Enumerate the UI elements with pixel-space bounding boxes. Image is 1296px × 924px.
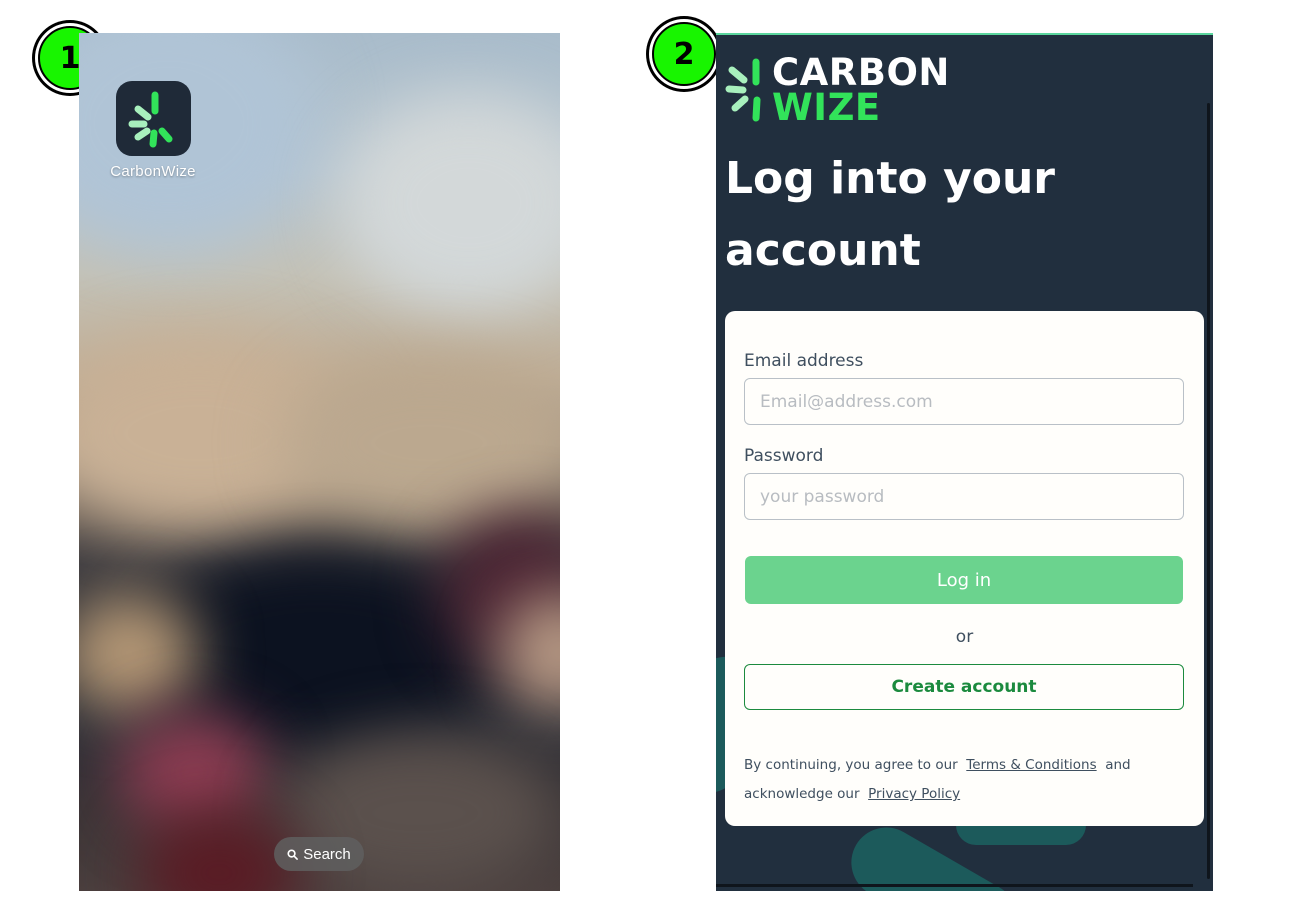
email-field[interactable] bbox=[744, 378, 1184, 425]
terms-notice: By continuing, you agree to our Terms & … bbox=[744, 751, 1184, 809]
login-screen: CARBON WIZE Log into your account Email … bbox=[716, 33, 1213, 891]
or-divider-text: or bbox=[955, 627, 974, 647]
search-label: Search bbox=[303, 845, 351, 863]
home-screen: CarbonWize Search bbox=[79, 33, 560, 891]
brand-logo: CARBON WIZE bbox=[724, 51, 950, 130]
create-account-button[interactable]: Create account bbox=[744, 664, 1184, 710]
carbonwize-logo-icon[interactable] bbox=[115, 81, 191, 156]
carbonwize-app[interactable]: CarbonWize bbox=[109, 81, 197, 180]
login-form-card: Email address Password Log in or Create … bbox=[725, 311, 1204, 826]
step-number-2: 2 bbox=[652, 22, 716, 86]
login-button[interactable]: Log in bbox=[745, 556, 1183, 604]
search-icon bbox=[287, 848, 299, 860]
step-badge-2: 2 bbox=[646, 16, 722, 92]
carbonwize-logo-icon bbox=[725, 58, 761, 122]
password-label: Password bbox=[744, 446, 824, 466]
spotlight-search-button[interactable]: Search bbox=[274, 837, 364, 871]
email-label: Email address bbox=[744, 351, 864, 371]
home-indicator bbox=[716, 884, 1193, 887]
app-label: CarbonWize bbox=[110, 163, 196, 180]
privacy-link[interactable]: Privacy Policy bbox=[868, 786, 960, 802]
terms-link[interactable]: Terms & Conditions bbox=[966, 757, 1096, 773]
terms-prefix: By continuing, you agree to our bbox=[744, 757, 958, 773]
password-field[interactable] bbox=[744, 473, 1184, 520]
brand-name-line1: CARBON bbox=[772, 51, 950, 94]
page-title: Log into your account bbox=[725, 153, 1055, 276]
brand-name-line2: WIZE bbox=[772, 86, 881, 130]
scrollbar[interactable] bbox=[1207, 103, 1210, 879]
